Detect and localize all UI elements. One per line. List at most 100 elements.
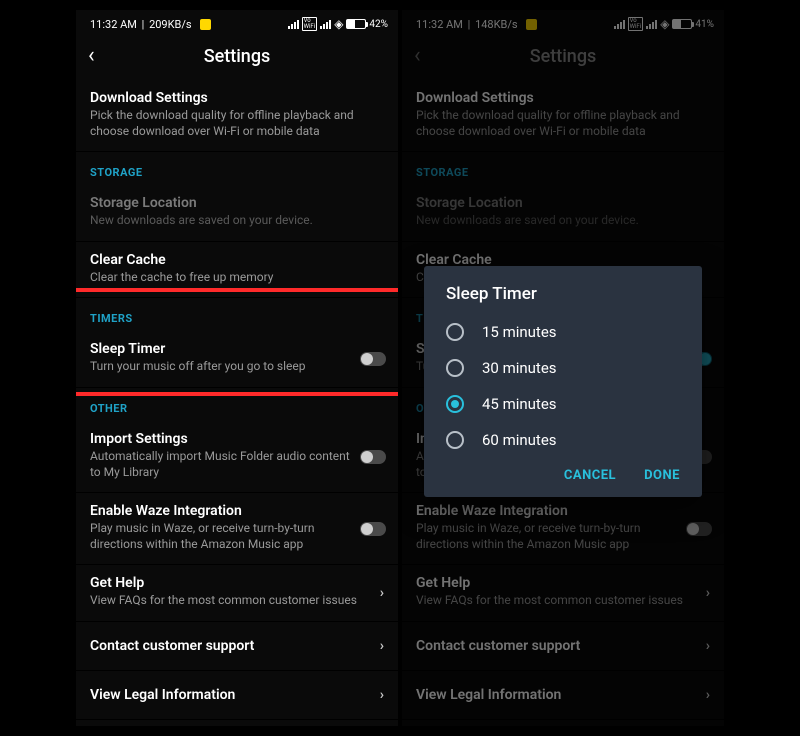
- enable-waze[interactable]: Enable Waze Integration Play music in Wa…: [76, 493, 398, 565]
- item-title: Get Help: [90, 575, 364, 591]
- item-title: Storage Location: [90, 195, 384, 211]
- item-title: Clear Cache: [90, 252, 384, 268]
- sleep-timer-dialog: Sleep Timer 15 minutes 30 minutes 45 min…: [424, 266, 702, 497]
- cancel-button[interactable]: CANCEL: [564, 468, 616, 483]
- app-header: ‹ Settings: [402, 36, 724, 80]
- get-help[interactable]: Get Help View FAQs for the most common c…: [76, 565, 398, 622]
- item-subtitle: Automatically import Music Folder audio …: [90, 449, 352, 480]
- item-title: Contact customer support: [90, 638, 364, 654]
- item-title: Import Settings: [90, 431, 352, 447]
- chevron-right-icon: ›: [380, 687, 384, 703]
- chevron-right-icon: ›: [380, 638, 384, 654]
- radio-icon: [446, 395, 464, 413]
- item-title: Download Settings: [416, 90, 710, 106]
- chevron-right-icon: ›: [706, 687, 710, 703]
- signal-icon: [288, 19, 299, 29]
- status-speed: 209KB/s: [149, 18, 192, 31]
- sign-out[interactable]: Sign Out Signed in as Devendra meena: [402, 720, 724, 726]
- item-title: Get Help: [416, 575, 690, 591]
- item-subtitle: View FAQs for the most common customer i…: [90, 593, 364, 609]
- dialog-actions: CANCEL DONE: [424, 458, 702, 489]
- sleep-timer-option-30[interactable]: 30 minutes: [424, 350, 702, 386]
- storage-location: Storage Location New downloads are saved…: [76, 185, 398, 242]
- clear-cache[interactable]: Clear Cache Clear the cache to free up m…: [76, 242, 398, 299]
- get-help[interactable]: Get Help View FAQs for the most common c…: [402, 565, 724, 622]
- snapchat-icon: [526, 19, 537, 30]
- wifi-icon: ◈: [660, 17, 669, 31]
- item-subtitle: Play music in Waze, or receive turn-by-t…: [416, 521, 678, 552]
- phone-left: 11:32 AM | 209KB/s VoWiFi ◈ 42% ‹ Settin…: [76, 10, 398, 726]
- item-subtitle: Turn your music off after you go to slee…: [90, 359, 352, 375]
- status-bar: 11:32 AM | 209KB/s VoWiFi ◈ 42%: [76, 10, 398, 36]
- radio-label: 60 minutes: [482, 431, 557, 449]
- sleep-timer-option-15[interactable]: 15 minutes: [424, 314, 702, 350]
- waze-toggle[interactable]: [686, 522, 712, 536]
- signal-icon-2: [320, 19, 331, 29]
- item-subtitle: New downloads are saved on your device.: [416, 213, 710, 229]
- item-title: Contact customer support: [416, 638, 690, 654]
- sleep-timer-option-60[interactable]: 60 minutes: [424, 422, 702, 458]
- signal-icon: [614, 19, 625, 29]
- import-settings[interactable]: Import Settings Automatically import Mus…: [76, 421, 398, 493]
- settings-list[interactable]: Download Settings Pick the download qual…: [76, 80, 398, 726]
- radio-icon: [446, 323, 464, 341]
- view-legal[interactable]: View Legal Information ›: [402, 671, 724, 720]
- app-header: ‹ Settings: [76, 36, 398, 80]
- snapchat-icon: [200, 19, 211, 30]
- radio-icon: [446, 359, 464, 377]
- radio-label: 15 minutes: [482, 323, 557, 341]
- screenshot-pair: 11:32 AM | 209KB/s VoWiFi ◈ 42% ‹ Settin…: [0, 0, 800, 736]
- chevron-right-icon: ›: [380, 585, 384, 601]
- chevron-right-icon: ›: [706, 638, 710, 654]
- battery-percent: 41%: [695, 19, 714, 30]
- sleep-timer-option-45[interactable]: 45 minutes: [424, 386, 702, 422]
- battery-percent: 42%: [369, 19, 388, 30]
- radio-icon: [446, 431, 464, 449]
- vowifi-icon: VoWiFi: [302, 17, 318, 31]
- page-title: Settings: [402, 46, 724, 67]
- enable-waze[interactable]: Enable Waze Integration Play music in Wa…: [402, 493, 724, 565]
- sleep-timer[interactable]: Sleep Timer Turn your music off after yo…: [76, 331, 398, 388]
- wifi-icon: ◈: [334, 17, 343, 31]
- radio-label: 30 minutes: [482, 359, 557, 377]
- item-title: View Legal Information: [416, 687, 690, 703]
- signal-icon-2: [646, 19, 657, 29]
- storage-location: Storage Location New downloads are saved…: [402, 185, 724, 242]
- contact-support[interactable]: Contact customer support ›: [402, 622, 724, 671]
- radio-label: 45 minutes: [482, 395, 557, 413]
- done-button[interactable]: DONE: [644, 468, 680, 483]
- item-title: Download Settings: [90, 90, 384, 106]
- item-title: Sleep Timer: [90, 341, 352, 357]
- waze-toggle[interactable]: [360, 522, 386, 536]
- item-title: View Legal Information: [90, 687, 364, 703]
- import-toggle[interactable]: [360, 450, 386, 464]
- item-subtitle: Play music in Waze, or receive turn-by-t…: [90, 521, 352, 552]
- battery-icon: [346, 19, 366, 29]
- download-settings[interactable]: Download Settings Pick the download qual…: [402, 80, 724, 152]
- item-title: Enable Waze Integration: [416, 503, 678, 519]
- sleep-timer-toggle[interactable]: [360, 352, 386, 366]
- view-legal[interactable]: View Legal Information ›: [76, 671, 398, 720]
- sign-out[interactable]: Sign Out Signed in as Devendra meena: [76, 720, 398, 726]
- item-subtitle: Pick the download quality for offline pl…: [90, 108, 384, 139]
- section-other: OTHER: [76, 388, 398, 421]
- download-settings[interactable]: Download Settings Pick the download qual…: [76, 80, 398, 152]
- status-time: 11:32 AM: [90, 18, 137, 31]
- vowifi-icon: VoWiFi: [628, 17, 644, 31]
- page-title: Settings: [76, 46, 398, 67]
- chevron-right-icon: ›: [706, 585, 710, 601]
- item-subtitle: View FAQs for the most common customer i…: [416, 593, 690, 609]
- section-timers: TIMERS: [76, 298, 398, 331]
- section-storage: STORAGE: [76, 152, 398, 185]
- status-time: 11:32 AM: [416, 18, 463, 31]
- dialog-title: Sleep Timer: [424, 284, 702, 314]
- status-bar: 11:32 AM | 148KB/s VoWiFi ◈ 41%: [402, 10, 724, 36]
- status-speed: 148KB/s: [475, 18, 518, 31]
- section-storage: STORAGE: [402, 152, 724, 185]
- item-subtitle: Pick the download quality for offline pl…: [416, 108, 710, 139]
- contact-support[interactable]: Contact customer support ›: [76, 622, 398, 671]
- item-subtitle: New downloads are saved on your device.: [90, 213, 384, 229]
- battery-icon: [672, 19, 692, 29]
- item-title: Storage Location: [416, 195, 710, 211]
- phone-right: 11:32 AM | 148KB/s VoWiFi ◈ 41% ‹ Settin…: [402, 10, 724, 726]
